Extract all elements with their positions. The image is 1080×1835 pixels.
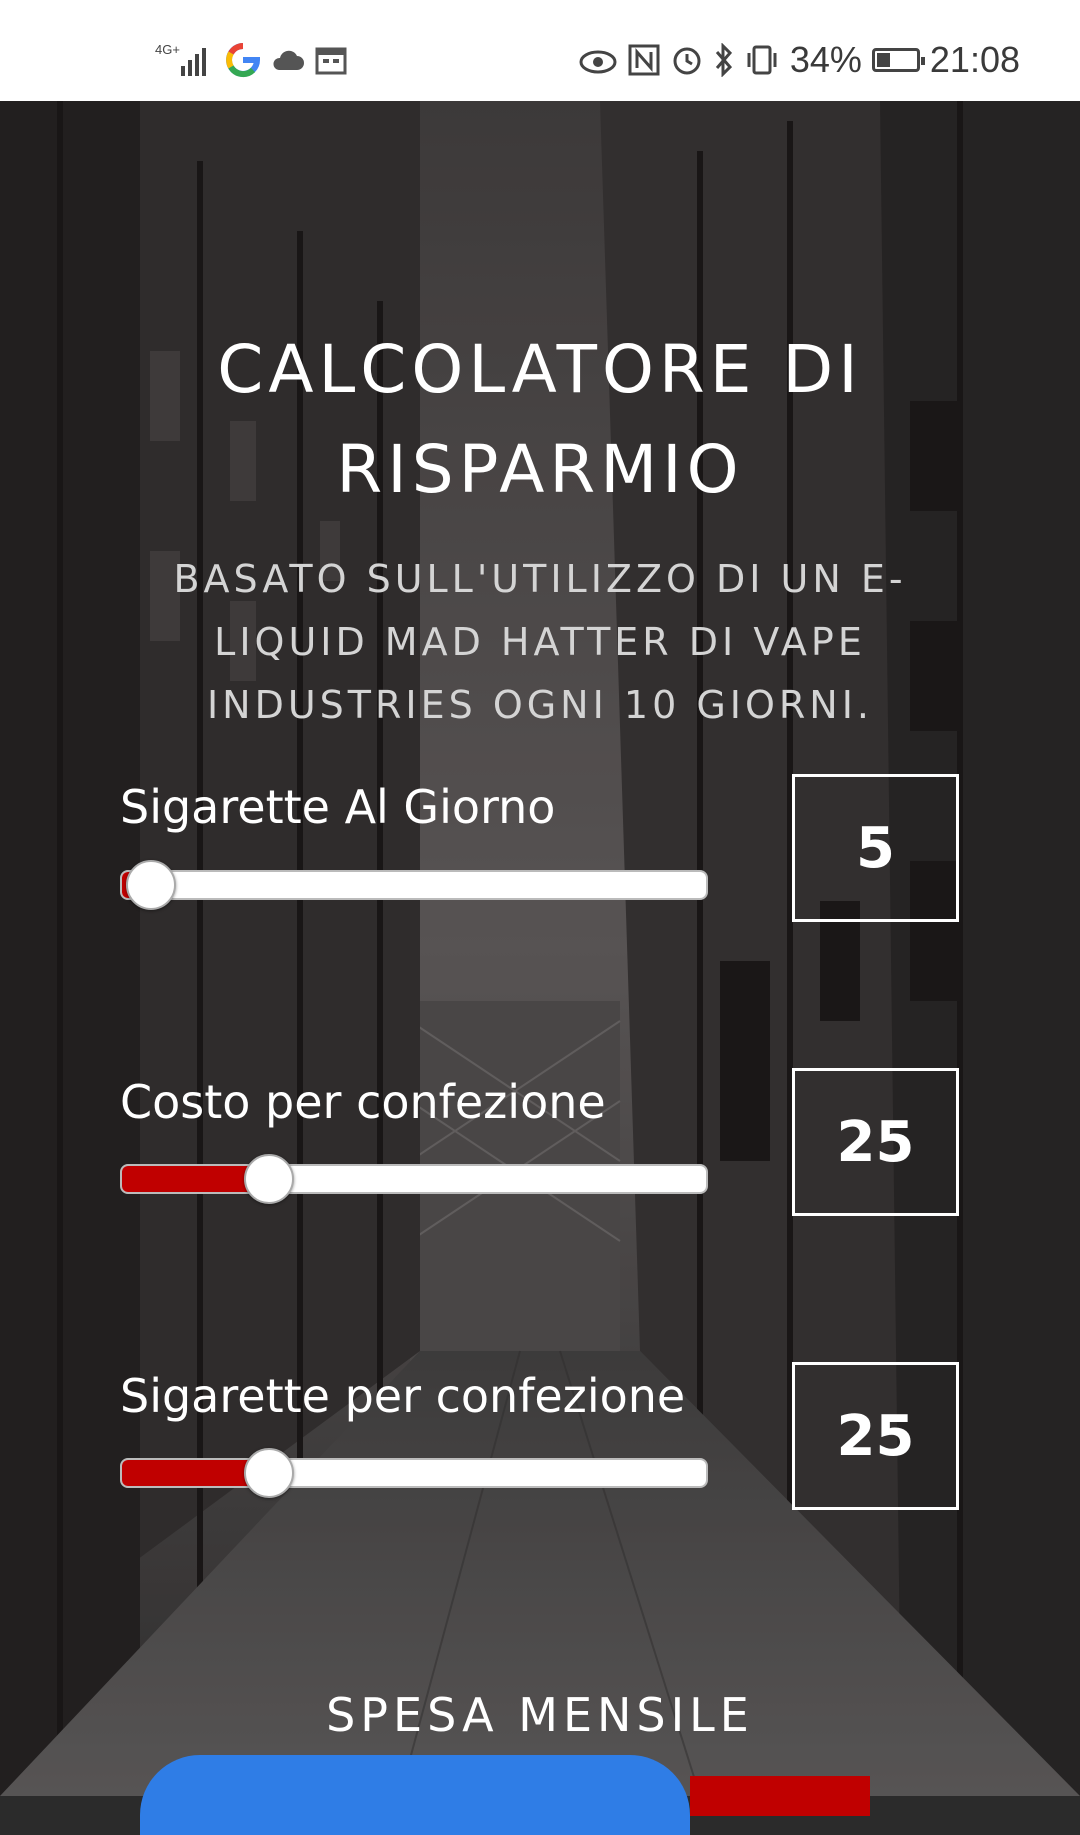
- subtitle-line-1: BASATO SULL'UTILIZZO DI UN E-: [173, 557, 907, 601]
- google-icon: [225, 40, 261, 80]
- calendar-icon: [315, 40, 347, 80]
- subtitle-line-3: INDUSTRIES OGNI 10 GIORNI.: [206, 683, 874, 727]
- slider-cigarettes-per-pack[interactable]: [120, 1448, 708, 1498]
- bluetooth-icon: [714, 40, 734, 80]
- alarm-icon: [670, 40, 704, 80]
- title-line-1: CALCOLATORE DI: [217, 331, 863, 408]
- title-line-2: RISPARMIO: [336, 431, 744, 508]
- slider-thumb[interactable]: [244, 1154, 294, 1204]
- slider-cigarettes-per-day[interactable]: [120, 860, 708, 910]
- signal-icon: 4G+: [155, 40, 215, 80]
- network-type: 4G+: [155, 42, 180, 57]
- vibrate-icon: [744, 40, 780, 80]
- page-subtitle: BASATO SULL'UTILIZZO DI UN E- LIQUID MAD…: [140, 548, 940, 737]
- value-box-cigarettes-per-day[interactable]: 5: [792, 774, 959, 922]
- monthly-spend-bar-vape: [690, 1776, 870, 1816]
- monthly-spend-heading: SPESA MENSILE: [326, 1688, 754, 1742]
- value-box-cost-per-pack[interactable]: 25: [792, 1068, 959, 1216]
- slider-thumb[interactable]: [244, 1448, 294, 1498]
- eye-icon: [578, 40, 618, 80]
- subtitle-line-2: LIQUID MAD HATTER DI VAPE: [214, 620, 866, 664]
- monthly-spend-bar-cigarettes: [140, 1755, 690, 1835]
- slider-label-cigarettes-per-pack: Sigarette per confezione: [120, 1369, 686, 1423]
- status-bar-left: 4G+: [155, 40, 347, 80]
- nfc-icon: [628, 40, 660, 80]
- battery-icon: [871, 48, 925, 72]
- clock: 21:08: [929, 39, 1020, 80]
- page-title: CALCOLATORE DI RISPARMIO: [140, 320, 940, 520]
- value-box-cigarettes-per-pack[interactable]: 25: [792, 1362, 959, 1510]
- status-bar: 4G+ 34% 21:08: [0, 0, 1080, 101]
- slider-label-cigarettes-per-day: Sigarette Al Giorno: [120, 780, 556, 834]
- slider-label-cost-per-pack: Costo per confezione: [120, 1075, 606, 1129]
- battery-percent: 34%: [789, 39, 862, 80]
- slider-cost-per-pack[interactable]: [120, 1154, 708, 1204]
- status-bar-right: 34% 21:08: [578, 40, 1020, 80]
- cloud-icon: [271, 40, 305, 80]
